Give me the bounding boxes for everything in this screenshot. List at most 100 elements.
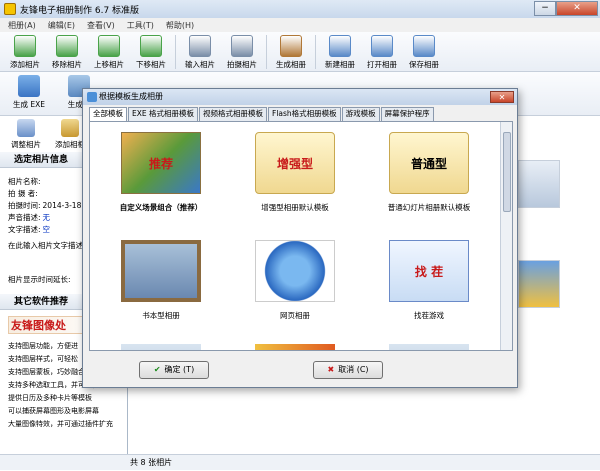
template-list: 推荐 自定义场景组合（推荐） 增强型 增强型相册默认模板 普通型 普通幻灯片相册默认模板书…	[89, 121, 513, 351]
add-frame-label: 添加相框	[55, 140, 85, 149]
list-item: 可以捕获屏幕图形及电影屏幕	[8, 407, 99, 415]
check-icon: ✔	[153, 365, 161, 374]
adjust-photo-button[interactable]: 调整相片	[4, 116, 48, 156]
move-down-icon	[140, 35, 162, 57]
tab-exe[interactable]: EXE 格式相册模板	[128, 107, 198, 121]
menu-view[interactable]: 查看(V)	[87, 20, 115, 31]
template-caption: 增强型相册默认模板	[261, 203, 329, 212]
template-item[interactable]: 网页相册	[230, 240, 360, 321]
template-item[interactable]	[364, 344, 494, 350]
photo-name-label: 相片名称:	[8, 177, 41, 186]
minimize-button[interactable]: −	[534, 1, 556, 16]
camera-label: 拍摄相片	[227, 60, 257, 69]
import-button[interactable]: 输入相片	[179, 32, 221, 72]
new-album-icon	[329, 35, 351, 57]
generate-exe-button[interactable]: 生成 EXE	[4, 72, 54, 112]
template-caption: 普通幻灯片相册默认模板	[387, 203, 471, 212]
template-dialog: 根据模板生成相册 ✕ 全部模板 EXE 格式相册模板 视频格式相册模板 Flas…	[82, 88, 518, 388]
menu-help[interactable]: 帮助(H)	[166, 20, 194, 31]
template-thumbnail: 找 茬	[389, 240, 469, 302]
thumbnail-text: 普通型	[410, 156, 447, 171]
remove-photo-label: 移除相片	[52, 60, 82, 69]
app-icon	[4, 3, 16, 15]
template-tabs: 全部模板 EXE 格式相册模板 视频格式相册模板 Flash格式相册模板 游戏模…	[89, 107, 435, 121]
remove-photo-icon	[56, 35, 78, 57]
dialog-close-button[interactable]: ✕	[490, 91, 514, 103]
menu-tools[interactable]: 工具(T)	[127, 20, 154, 31]
template-item[interactable]	[96, 344, 226, 350]
template-thumbnail: 推荐	[121, 132, 201, 194]
photo-thumbnails	[518, 160, 560, 360]
generate-label: 生成相册	[276, 60, 306, 69]
frame-icon	[61, 119, 79, 137]
new-album-button[interactable]: 新建相册	[319, 32, 361, 72]
tab-video[interactable]: 视频格式相册模板	[199, 107, 267, 121]
list-item: 大量图像特效，并可通过插件扩充	[8, 420, 113, 428]
move-up-icon	[98, 35, 120, 57]
save-album-button[interactable]: 保存相册	[403, 32, 445, 72]
menu-album[interactable]: 相册(A)	[8, 20, 36, 31]
template-caption: 自定义场景组合（推荐）	[119, 203, 203, 212]
menu-edit[interactable]: 编辑(E)	[48, 20, 75, 31]
tab-flash[interactable]: Flash格式相册模板	[268, 107, 341, 121]
open-album-icon	[371, 35, 393, 57]
add-photo-button[interactable]: 添加相片	[4, 32, 46, 72]
time-value: 2014-3-18	[42, 201, 82, 210]
exe-icon	[18, 75, 40, 97]
template-item[interactable]: 普通型普通幻灯片相册默认模板	[364, 132, 494, 213]
thumbnail-text: 推荐	[148, 156, 173, 171]
add-photo-label: 添加相片	[10, 60, 40, 69]
dialog-title: 根据模板生成相册	[99, 92, 163, 101]
open-album-label: 打开相册	[367, 60, 397, 69]
camera-icon	[231, 35, 253, 57]
open-album-button[interactable]: 打开相册	[361, 32, 403, 72]
dialog-icon	[87, 92, 97, 102]
remove-photo-button[interactable]: 移除相片	[46, 32, 88, 72]
vertical-scrollbar[interactable]	[500, 122, 512, 350]
window-title: 友锋电子相册制作 6.7 标准版	[20, 5, 140, 16]
cancel-label: 取消 (C)	[338, 365, 369, 374]
template-item[interactable]: 找 茬找茬游戏	[364, 240, 494, 321]
template-item[interactable]: 书本型相册	[96, 240, 226, 321]
adjust-photo-label: 调整相片	[11, 140, 41, 149]
dialog-title-bar: 根据模板生成相册 ✕	[83, 89, 517, 105]
sound-label: 声音描述:	[8, 213, 41, 222]
close-button[interactable]: ✕	[556, 1, 598, 16]
add-photo-icon	[14, 35, 36, 57]
camera-button[interactable]: 拍摄相片	[221, 32, 263, 72]
generate-exe-label: 生成 EXE	[13, 100, 45, 109]
template-item[interactable]: 推荐自定义场景组合（推荐）	[96, 132, 226, 213]
move-up-button[interactable]: 上移相片	[88, 32, 130, 72]
cancel-button[interactable]: ✖ 取消 (C)	[313, 361, 383, 379]
title-bar: 友锋电子相册制作 6.7 标准版	[0, 0, 600, 18]
window-controls: − ✕	[534, 1, 598, 16]
template-caption: 网页相册	[280, 311, 310, 320]
text-label: 文字描述:	[8, 225, 41, 234]
new-album-label: 新建相册	[325, 60, 355, 69]
template-item[interactable]	[230, 344, 360, 350]
photo-thumbnail[interactable]	[518, 260, 560, 308]
author-label: 拍 摄 者:	[8, 189, 38, 198]
generate-button[interactable]: 生成相册	[270, 32, 312, 72]
move-up-label: 上移相片	[94, 60, 124, 69]
time-label: 拍摄时间:	[8, 201, 41, 210]
photo-thumbnail[interactable]	[518, 160, 560, 208]
tab-all[interactable]: 全部模板	[89, 107, 127, 121]
toolbar-separator	[175, 35, 176, 69]
sound-value: 无	[42, 213, 51, 222]
generate-icon	[280, 35, 302, 57]
move-down-button[interactable]: 下移相片	[130, 32, 172, 72]
template-thumbnail: 普通型	[389, 132, 469, 194]
ok-label: 确定 (T)	[164, 365, 195, 374]
thumbnail-text: 增强型	[276, 156, 313, 171]
tab-game[interactable]: 游戏模板	[341, 107, 380, 121]
adjust-icon	[17, 119, 35, 137]
cancel-icon: ✖	[327, 365, 335, 374]
template-item[interactable]: 增强型增强型相册默认模板	[230, 132, 360, 213]
template-thumbnail	[255, 240, 335, 302]
ok-button[interactable]: ✔ 确定 (T)	[139, 361, 209, 379]
save-album-label: 保存相册	[409, 60, 439, 69]
scrollbar-thumb[interactable]	[503, 132, 511, 212]
main-toolbar: 添加相片 移除相片 上移相片 下移相片 输入相片 拍摄相片 生成相册 新建相册 打开相册 保存相册	[0, 32, 600, 72]
tab-screensaver[interactable]: 屏幕保护程序	[380, 107, 434, 121]
